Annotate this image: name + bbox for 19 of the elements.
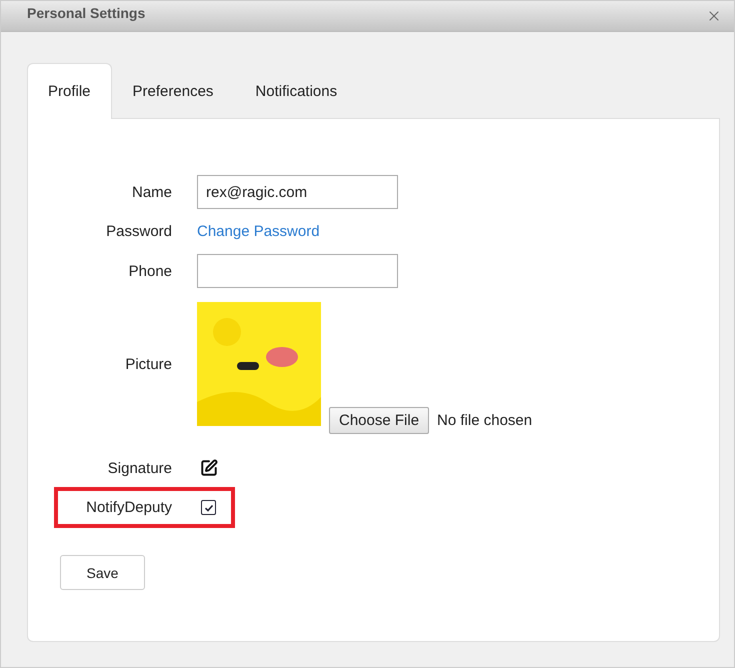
field-label: Phone <box>128 262 172 280</box>
choose-file-button[interactable]: Choose File <box>329 407 430 434</box>
file-status: No file chosen <box>437 412 532 429</box>
field-label: Password <box>105 223 172 240</box>
window-title: Personal Settings <box>27 5 146 21</box>
check-icon <box>204 502 214 512</box>
field-label: NotifyDeputy <box>85 499 172 516</box>
change-password-link[interactable]: Change Password <box>197 223 320 240</box>
field-label: Name <box>130 184 172 200</box>
text-field[interactable] <box>197 254 398 288</box>
checkbox[interactable] <box>201 500 216 515</box>
save-button[interactable]: Save <box>60 555 145 590</box>
tab[interactable]: Profile <box>27 63 112 119</box>
tab[interactable]: Preferences <box>112 63 234 118</box>
text-field[interactable]: rex@ragic.com <box>197 175 398 209</box>
field-label: Picture <box>124 356 172 372</box>
edit-icon[interactable] <box>200 459 218 477</box>
field-label: Signature <box>106 460 172 476</box>
tab[interactable]: Notifications <box>234 63 358 118</box>
